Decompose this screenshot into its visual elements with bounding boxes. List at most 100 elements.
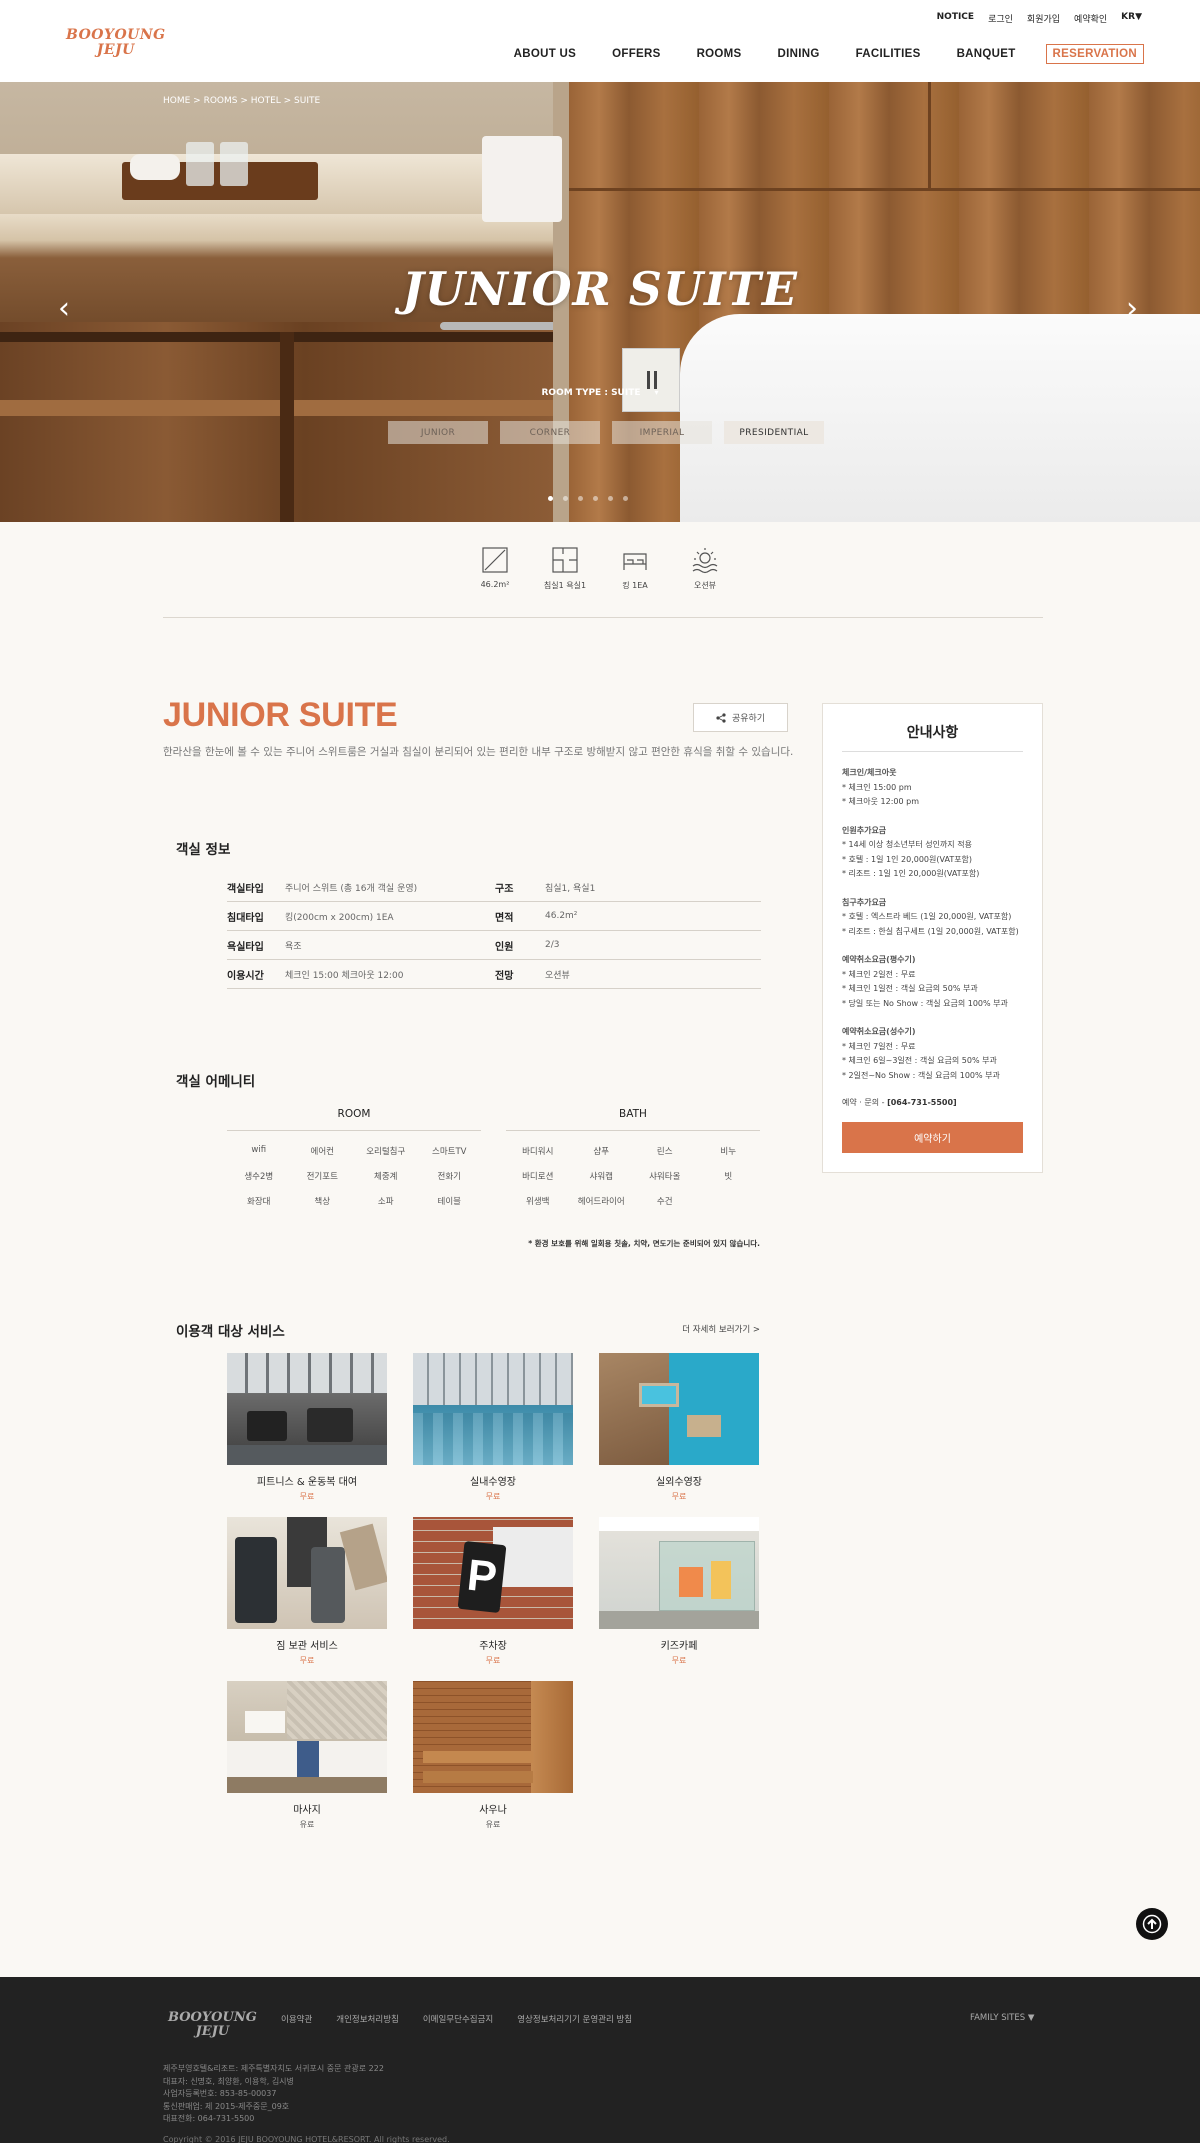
chevron-down-icon: ▾ — [654, 388, 659, 397]
row-value: 욕조 — [285, 941, 302, 952]
share-button[interactable]: 공유하기 — [693, 703, 788, 732]
feature-label: 오션뷰 — [693, 581, 717, 590]
service-name: 키즈카페 — [660, 1641, 698, 1652]
row-value: 46.2m² — [545, 911, 578, 921]
footer-link-email-policy[interactable]: 이메일무단수집금지 — [423, 2013, 493, 2025]
logo-line-1: BOOYOUNG — [66, 27, 166, 43]
language-select[interactable]: KR▼ — [1121, 12, 1142, 25]
nav-facilities[interactable]: FACILITIES — [856, 48, 921, 60]
nav-rooms[interactable]: ROOMS — [697, 48, 742, 60]
tab-corner[interactable]: CORNER — [500, 421, 600, 444]
row-key: 면적 — [495, 912, 514, 924]
service-name: 사우나 — [479, 1805, 507, 1816]
slide-pagination — [548, 496, 628, 501]
photo-lounger — [687, 1415, 721, 1437]
logo-line-2: JEJU — [96, 42, 135, 58]
hero-photo-seam — [569, 188, 1200, 191]
room-type-select[interactable]: ROOM TYPE : SUITE ▾ — [0, 388, 1200, 398]
footer-link-privacy[interactable]: 개인정보처리방침 — [336, 2013, 399, 2025]
company-info-line: 통신판매업: 제 2015-제주중문_09호 — [163, 2101, 290, 2111]
amenity-item: 헤어드라이어 — [577, 1197, 625, 1207]
amenity-item: 테이블 — [437, 1197, 461, 1207]
nav-offers[interactable]: OFFERS — [612, 48, 660, 60]
service-card-kids-cafe[interactable]: 키즈카페 무료 — [599, 1517, 759, 1666]
service-name: 주차장 — [479, 1641, 507, 1652]
photo-deck — [599, 1353, 669, 1465]
amenity-item: 바디워시 — [522, 1147, 554, 1157]
company-info-line: 대표자: 신명호, 최양환, 이용학, 김시병 — [163, 2076, 294, 2086]
service-card-massage[interactable]: 마사지 유료 — [227, 1681, 387, 1830]
service-price: 유료 — [299, 1820, 315, 1829]
scroll-top-button[interactable] — [1136, 1908, 1168, 1940]
prev-slide-arrow-icon[interactable]: ‹ — [58, 294, 70, 324]
photo-sauna-bench — [423, 1771, 533, 1783]
notice-panel: 안내사항 체크인/체크아웃 * 체크인 15:00 pm * 체크아웃 12:0… — [822, 703, 1043, 1173]
breadcrumb: HOME > ROOMS > HOTEL > SUITE — [163, 96, 321, 106]
notice-section: 예약취소요금(성수기) * 체크인 7일전 : 무료 * 체크인 6일~3일전 … — [842, 1025, 1023, 1083]
amenity-item: 스마트TV — [432, 1147, 467, 1157]
slide-dot[interactable] — [593, 496, 598, 501]
service-card-indoor-pool[interactable]: 실내수영장 무료 — [413, 1353, 573, 1502]
service-card-luggage[interactable]: 짐 보관 서비스 무료 — [227, 1517, 387, 1666]
nav-dining[interactable]: DINING — [778, 48, 820, 60]
footer-logo[interactable]: BOOYOUNG JEJU — [168, 2011, 257, 2039]
amenity-item: 빗 — [724, 1172, 733, 1182]
service-price: 무료 — [485, 1492, 501, 1501]
slide-dot[interactable] — [578, 496, 583, 501]
service-card-sauna[interactable]: 사우나 유료 — [413, 1681, 573, 1830]
nav-about-us[interactable]: ABOUT US — [514, 48, 576, 60]
table-row: 욕실타입 욕조 인원 2/3 — [227, 931, 761, 960]
room-description: 한라산을 한눈에 볼 수 있는 주니어 스위트룸은 거실과 침실이 분리되어 있… — [163, 746, 794, 758]
feature-bed: 킹 1EA — [600, 546, 670, 591]
slide-dot[interactable] — [563, 496, 568, 501]
divider — [163, 617, 1043, 618]
photo-small-pool — [639, 1383, 679, 1407]
notice-section-heading: 인원추가요금 — [842, 825, 887, 835]
book-now-button[interactable]: 예약하기 — [842, 1122, 1023, 1153]
photo-suitcase — [235, 1537, 277, 1623]
nav-banquet[interactable]: BANQUET — [957, 48, 1016, 60]
service-card-outdoor-pool[interactable]: 실외수영장 무료 — [599, 1353, 759, 1502]
footer-link-terms[interactable]: 이용약관 — [281, 2013, 312, 2025]
reservation-button[interactable]: RESERVATION — [1045, 44, 1144, 64]
service-price: 무료 — [485, 1656, 501, 1665]
services-more-link[interactable]: 더 자세히 보러가기 > — [676, 1323, 760, 1335]
amenity-item: 전기포트 — [306, 1172, 338, 1182]
login-link[interactable]: 로그인 — [988, 12, 1013, 25]
feature-label: 46.2m² — [480, 580, 510, 589]
amenity-item: wifi — [251, 1145, 267, 1155]
next-slide-arrow-icon[interactable]: › — [1126, 294, 1138, 324]
amenity-item: 위생백 — [526, 1197, 550, 1207]
service-card-parking[interactable]: P 주차장 무료 — [413, 1517, 573, 1666]
amenity-item: 책상 — [314, 1197, 331, 1207]
notice-line: * 2일전~No Show : 객실 요금의 100% 부과 — [842, 1070, 1000, 1080]
tab-presidential[interactable]: PRESIDENTIAL — [724, 421, 824, 444]
footer-link-cctv-policy[interactable]: 영상정보처리기기 운영관리 방침 — [517, 2013, 632, 2025]
booking-check-link[interactable]: 예약확인 — [1074, 12, 1107, 25]
notice-line: * 호텔 : 1일 1인 20,000원(VAT포함) — [842, 854, 973, 864]
slide-dot[interactable] — [548, 496, 553, 501]
service-card-fitness[interactable]: 피트니스 & 운동복 대여 무료 — [227, 1353, 387, 1502]
slide-dot[interactable] — [623, 496, 628, 501]
tab-imperial[interactable]: IMPERIAL — [612, 421, 712, 444]
service-price: 무료 — [671, 1492, 687, 1501]
slide-dot[interactable] — [608, 496, 613, 501]
hero-photo-towel — [130, 154, 180, 180]
row-key: 객실타입 — [227, 883, 264, 895]
row-value: 주니어 스위트 (총 16개 객실 운영) — [285, 883, 418, 894]
table-row: 이용시간 체크인 15:00 체크아웃 12:00 전망 오션뷰 — [227, 960, 761, 989]
contact-phone: 예약 · 문의 - [064-731-5500] — [842, 1098, 957, 1107]
family-sites-select[interactable]: FAMILY SITES ▼ — [970, 2013, 1034, 2023]
tab-junior[interactable]: JUNIOR — [388, 421, 488, 444]
socket-slot — [647, 371, 657, 389]
site-logo[interactable]: BOOYOUNG JEJU — [66, 28, 166, 58]
row-key: 구조 — [495, 883, 514, 895]
amenity-item: 린스 — [656, 1147, 673, 1157]
photo-floor — [227, 1445, 387, 1465]
caret-down-icon: ▼ — [1027, 2013, 1035, 2023]
feature-label: 침실1 욕실1 — [543, 581, 587, 590]
share-label: 공유하기 — [731, 714, 766, 724]
notice-link[interactable]: NOTICE — [937, 12, 974, 25]
notice-line: * 체크인 15:00 pm — [842, 782, 912, 792]
signup-link[interactable]: 회원가입 — [1027, 12, 1060, 25]
